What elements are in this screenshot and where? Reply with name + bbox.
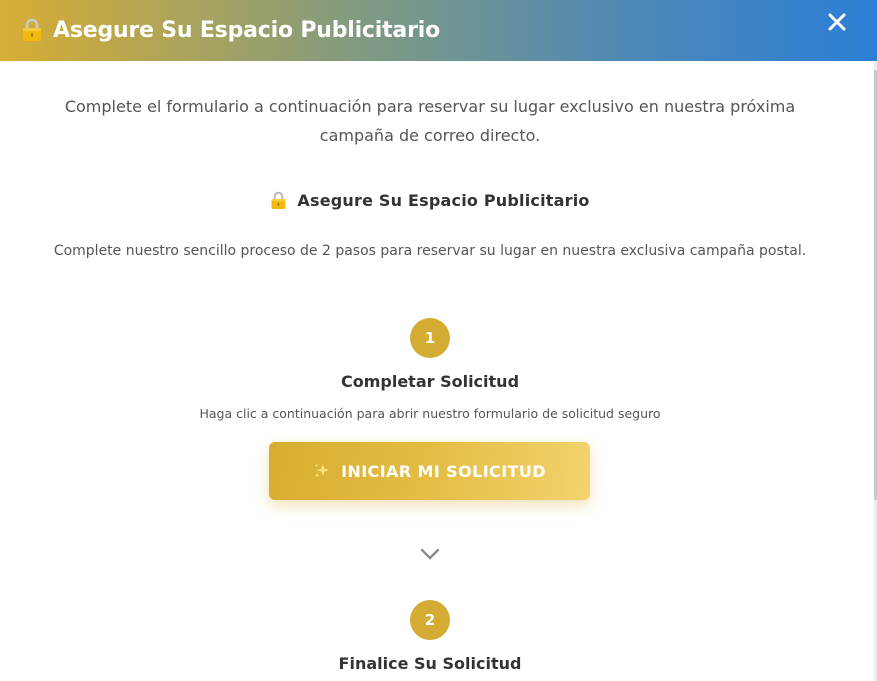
- lock-icon: [23, 18, 41, 41]
- sparkle-icon: [314, 463, 330, 478]
- step-1-description: Haga clic a continuación para abrir nues…: [199, 406, 661, 421]
- section-subtext: Complete nuestro sencillo proceso de 2 p…: [53, 243, 807, 259]
- start-application-label: INICIAR MI SOLICITUD: [341, 461, 546, 481]
- chevron-down-icon: [420, 548, 440, 560]
- modal-header: Asegure Su Espacio Publicitario: [0, 0, 877, 61]
- close-icon[interactable]: [827, 12, 847, 32]
- step-2-title: Finalice Su Solicitud: [338, 654, 522, 673]
- step-1-number: 1: [410, 318, 450, 358]
- step-2-number: 2: [410, 600, 450, 640]
- start-application-button[interactable]: INICIAR MI SOLICITUD: [269, 442, 590, 500]
- modal-body: Complete el formulario a continuación pa…: [0, 61, 877, 681]
- intro-text: Complete el formulario a continuación pa…: [64, 97, 796, 145]
- section-heading-text: Asegure Su Espacio Publicitario: [297, 191, 590, 210]
- modal-title: Asegure Su Espacio Publicitario: [53, 18, 440, 43]
- lock-icon: [271, 191, 286, 209]
- section-heading: Asegure Su Espacio Publicitario: [0, 191, 860, 210]
- step-1-title: Completar Solicitud: [340, 372, 520, 391]
